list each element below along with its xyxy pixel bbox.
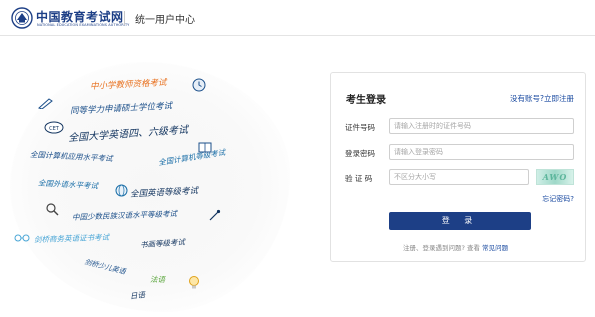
captcha-input[interactable] <box>389 169 529 185</box>
faq-link[interactable]: 常见问题 <box>482 244 508 252</box>
login-button[interactable]: 登 录 <box>389 212 531 230</box>
password-input[interactable] <box>389 144 574 160</box>
id-number-input[interactable] <box>389 118 574 134</box>
exam-authority-emblem-icon[interactable] <box>11 7 33 29</box>
captcha-image[interactable]: AWO <box>536 169 574 185</box>
cet-badge-doodle-icon: CET <box>44 121 64 134</box>
id-number-label: 证件号码 <box>345 123 375 132</box>
glasses-doodle-icon <box>14 234 30 242</box>
book-doodle-icon <box>198 142 212 153</box>
forgot-password-link[interactable]: 忘记密码? <box>542 194 574 204</box>
magnifier-doodle-icon <box>46 203 59 216</box>
phrase-japanese: 日语 <box>129 290 146 301</box>
header: 中国教育考试网 NATIONAL EDUCATION EXAMINATIONS … <box>0 0 595 36</box>
globe-doodle-icon <box>115 184 128 197</box>
brush-doodle-icon <box>209 209 221 221</box>
password-label: 登录密码 <box>345 149 375 158</box>
captcha-label: 验 证 码 <box>345 174 373 183</box>
header-divider <box>124 11 125 25</box>
login-panel: 考生登录 没有账号?立即注册 证件号码 登录密码 验 证 码 AWO 忘记密码?… <box>330 72 586 262</box>
svg-text:CET: CET <box>49 126 60 132</box>
register-link[interactable]: 没有账号?立即注册 <box>510 93 574 104</box>
clock-doodle-icon <box>192 78 206 92</box>
logo-subtitle: NATIONAL EDUCATION EXAMINATIONS AUTHORIT… <box>37 23 130 27</box>
login-title: 考生登录 <box>346 95 386 106</box>
help-line: 注册、登录遇到问题? 查看 常见问题 <box>403 242 508 252</box>
help-text: 注册、登录遇到问题? 查看 <box>403 244 481 252</box>
phrase-french: 法语 <box>150 275 165 284</box>
exam-word-cloud-illustration: 中小学教师资格考试 同等学力申请硕士学位考试 全国大学英语四、六级考试 全国计算… <box>0 37 320 317</box>
page-title: 统一用户中心 <box>135 15 195 26</box>
lightbulb-doodle-icon <box>189 276 199 289</box>
pen-doodle-icon <box>38 98 53 109</box>
